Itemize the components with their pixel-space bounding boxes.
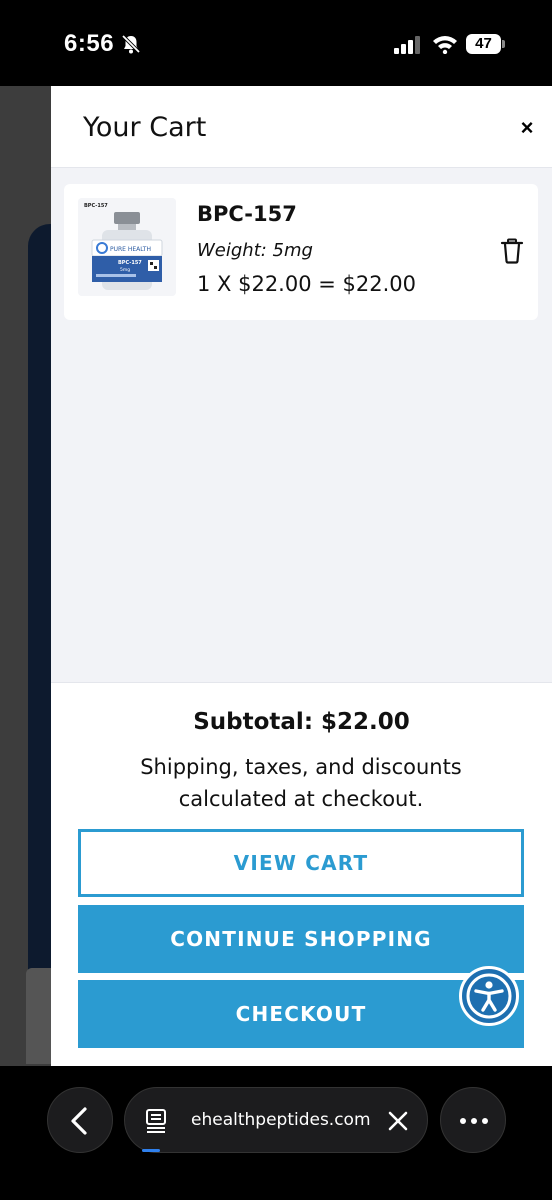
back-button[interactable] (47, 1087, 113, 1153)
accessibility-button[interactable] (459, 966, 519, 1026)
bpc-vial-image: BPC-157 PURE HEALTH BPC-157 5mg (78, 198, 176, 296)
wifi-icon (433, 36, 457, 54)
browser-toolbar: ehealthpeptides.com (0, 1066, 552, 1200)
background-thumbnail (26, 968, 52, 1064)
more-options-button[interactable] (440, 1087, 506, 1153)
bell-muted-icon (121, 34, 141, 54)
shipping-note: Shipping, taxes, and discounts calculate… (140, 755, 462, 811)
address-bar[interactable]: ehealthpeptides.com (124, 1087, 428, 1153)
cart-title: Your Cart (83, 112, 207, 143)
battery-indicator: 47 (466, 34, 506, 54)
image-label-top: BPC-157 (84, 203, 108, 209)
checkout-button[interactable]: CHECKOUT (78, 980, 524, 1048)
url-text: ehealthpeptides.com (191, 1110, 371, 1130)
image-vial-label: BPC-157 (118, 260, 142, 266)
cart-header: Your Cart × (51, 86, 552, 168)
accessibility-icon (466, 973, 512, 1019)
continue-shopping-button[interactable]: CONTINUE SHOPPING (78, 905, 524, 973)
product-image[interactable]: BPC-157 PURE HEALTH BPC-157 5mg (78, 198, 176, 296)
battery-cap (502, 40, 505, 48)
subtotal: Subtotal: $22.00 (193, 709, 410, 735)
product-price-line: 1 X $22.00 = $22.00 (197, 272, 417, 296)
product-name[interactable]: BPC-157 (197, 202, 297, 226)
status-bar: 6:56 47 (0, 0, 552, 86)
status-time: 6:56 (64, 30, 115, 57)
chevron-left-icon (71, 1107, 87, 1135)
trash-icon[interactable] (500, 238, 524, 264)
battery-level: 47 (466, 34, 501, 54)
page-load-progress (142, 1149, 160, 1152)
view-cart-button[interactable]: VIEW CART (78, 829, 524, 897)
image-vial-dose: 5mg (120, 267, 130, 273)
page-menu-icon (146, 1109, 166, 1133)
close-icon[interactable] (387, 1110, 409, 1132)
close-cart-button[interactable]: × (513, 114, 541, 142)
cart-drawer: Your Cart × BPC-157 PURE HEALTH BPC-157 … (51, 86, 552, 1066)
cellular-signal-icon (394, 36, 420, 54)
cart-item: BPC-157 PURE HEALTH BPC-157 5mg BPC-157 … (64, 184, 538, 320)
image-brand: PURE HEALTH (110, 246, 151, 253)
product-variant: Weight: 5mg (197, 240, 313, 261)
ellipsis-icon (460, 1118, 488, 1124)
